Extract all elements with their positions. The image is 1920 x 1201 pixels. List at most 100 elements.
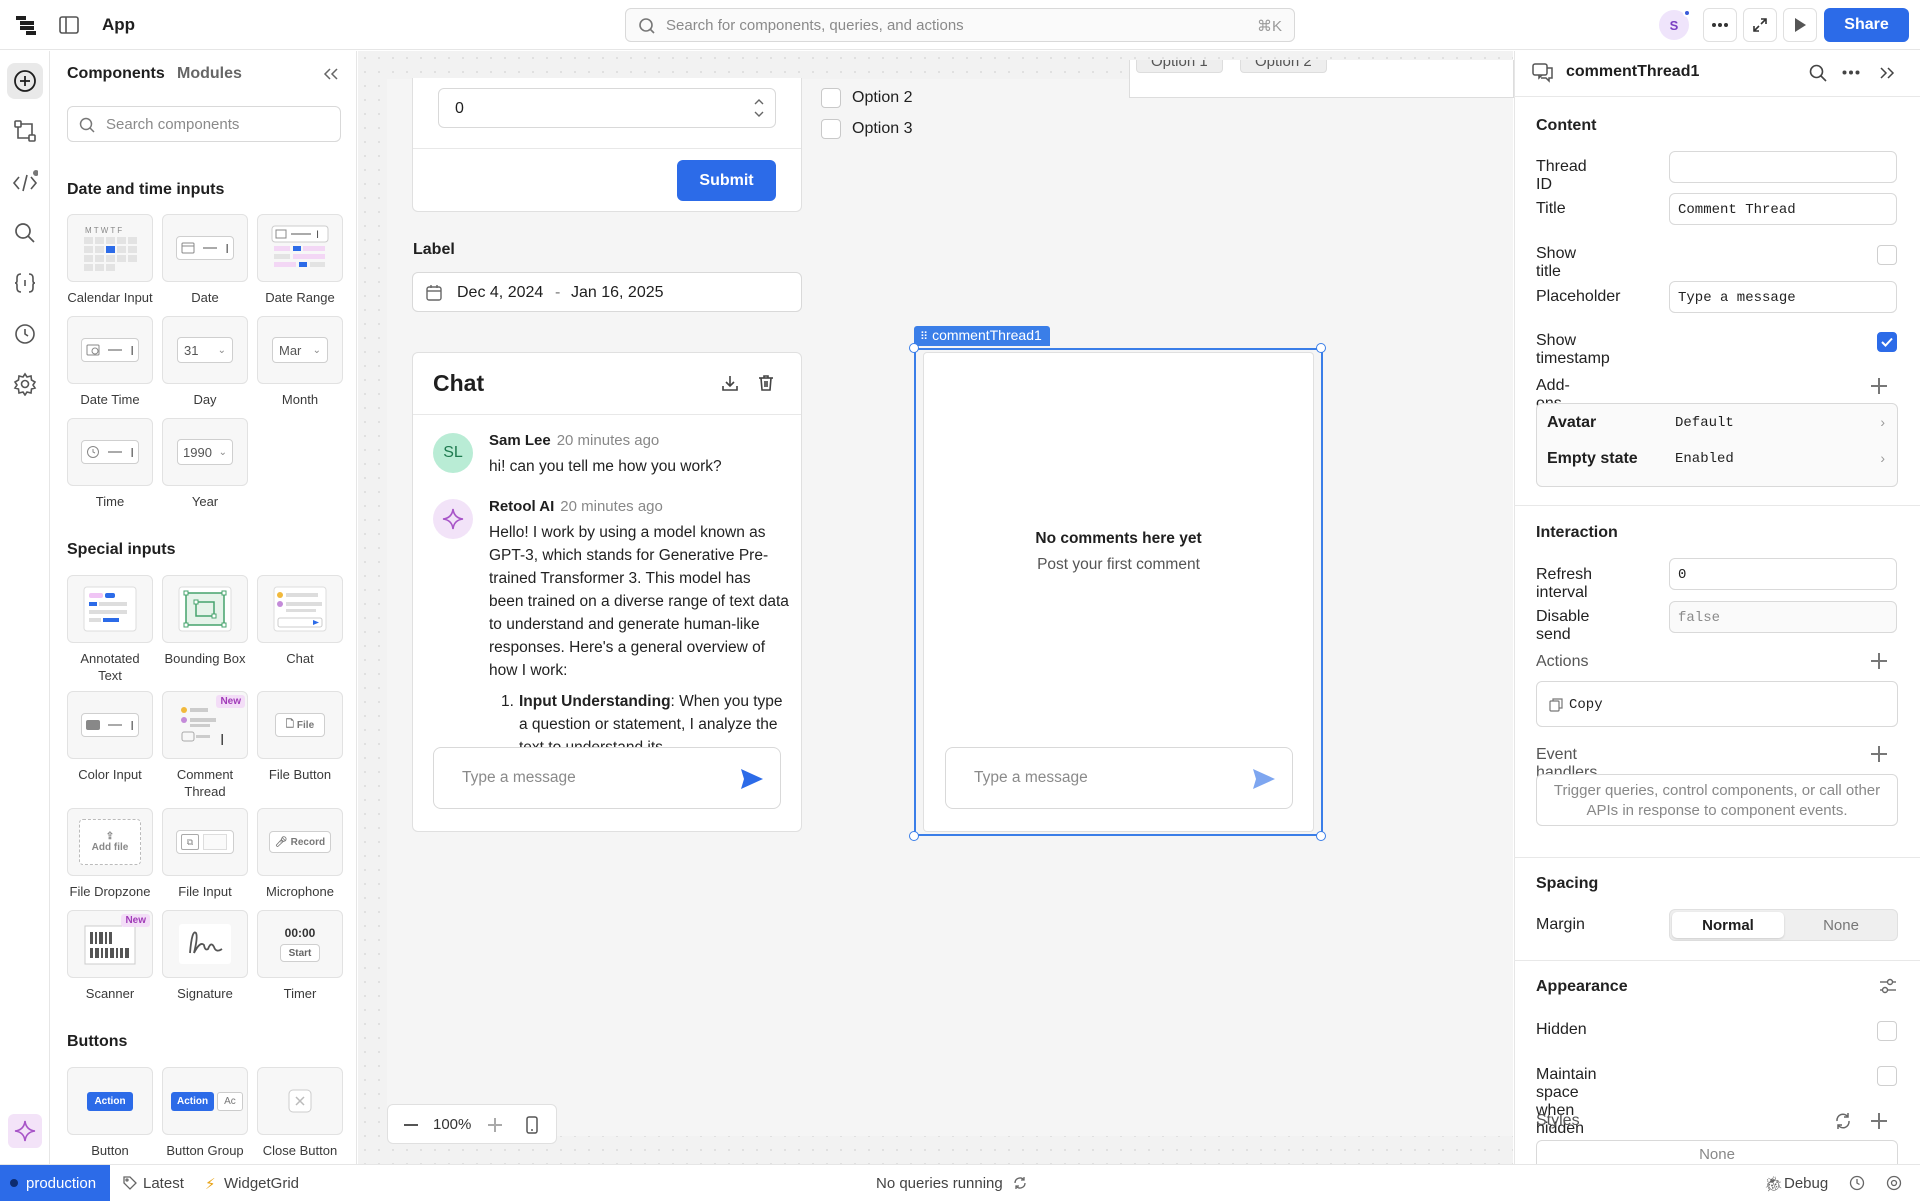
- selected-component-tag[interactable]: ⠿ commentThread1: [914, 326, 1050, 346]
- option-2-checkbox[interactable]: [821, 88, 841, 108]
- search-icon: [638, 17, 656, 35]
- code-icon[interactable]: [11, 168, 39, 196]
- component-signature[interactable]: Signature: [162, 910, 248, 1002]
- component-date-time[interactable]: I Date Time: [67, 316, 153, 408]
- workflow-icon[interactable]: [11, 117, 39, 145]
- component-button-group[interactable]: Action Ac Button Group: [162, 1067, 248, 1159]
- component-close-button[interactable]: Close Button: [257, 1067, 343, 1159]
- resize-handle-top-left[interactable]: [909, 343, 919, 353]
- toggle-sidebar-icon[interactable]: [58, 14, 80, 36]
- add-style-icon: [1871, 1113, 1887, 1129]
- component-file-button[interactable]: 🗋 File File Button: [257, 691, 343, 783]
- component-day[interactable]: 31 ⌄ Day: [162, 316, 248, 408]
- margin-option-normal[interactable]: Normal: [1672, 912, 1784, 938]
- placeholder-input[interactable]: Type a message: [1669, 281, 1897, 313]
- chat-message-input[interactable]: Type a message: [433, 747, 781, 809]
- version-label[interactable]: Latest: [143, 1175, 184, 1192]
- fullscreen-button[interactable]: [1743, 8, 1777, 42]
- component-date-range[interactable]: I Date Range: [257, 214, 343, 306]
- component-bounding-box[interactable]: Bounding Box: [162, 575, 248, 667]
- resize-handle-bottom-left[interactable]: [909, 831, 919, 841]
- show-timestamp-checkbox[interactable]: [1877, 332, 1897, 352]
- settings-icon[interactable]: [11, 370, 39, 398]
- date-range-input[interactable]: Dec 4, 2024 - Jan 16, 2025: [412, 272, 802, 312]
- section-interaction-title[interactable]: Interaction: [1536, 524, 1618, 542]
- close-button-thumbnail: [257, 1067, 343, 1135]
- component-timer[interactable]: 00:00 Start Timer: [257, 910, 343, 1002]
- submit-button[interactable]: Submit: [677, 160, 776, 201]
- date-start[interactable]: Dec 4, 2024: [457, 284, 543, 302]
- date-end[interactable]: Jan 16, 2025: [571, 284, 664, 302]
- comment-input-placeholder: Type a message: [974, 769, 1088, 786]
- resize-handle-bottom-right[interactable]: [1316, 831, 1326, 841]
- inspector-component-name[interactable]: commentThread1: [1566, 63, 1699, 81]
- search-icon[interactable]: [11, 219, 39, 247]
- thread-id-input[interactable]: [1669, 151, 1897, 183]
- user-avatar[interactable]: S: [1659, 9, 1691, 40]
- component-time[interactable]: I Time: [67, 418, 153, 510]
- number-input[interactable]: 0: [438, 88, 776, 128]
- debug-button[interactable]: Debug: [1784, 1175, 1828, 1192]
- component-date[interactable]: I Date: [162, 214, 248, 306]
- title-input[interactable]: Comment Thread: [1669, 193, 1897, 225]
- styles-value[interactable]: None: [1536, 1140, 1898, 1164]
- environment-selector[interactable]: production: [0, 1165, 110, 1201]
- addon-empty-state[interactable]: Empty state Enabled ›: [1547, 441, 1887, 475]
- component-microphone[interactable]: 🎤︎ Record Microphone: [257, 808, 343, 900]
- tab-modules[interactable]: Modules: [177, 65, 242, 83]
- section-appearance-title[interactable]: Appearance: [1536, 978, 1628, 996]
- multiselect-input[interactable]: Option 1 Option 2: [1129, 60, 1514, 98]
- app-title[interactable]: App: [102, 15, 135, 35]
- option-3-checkbox[interactable]: [821, 119, 841, 139]
- tag-option-2[interactable]: Option 2: [1240, 60, 1327, 73]
- event-handlers-empty[interactable]: Trigger queries, control components, or …: [1536, 774, 1898, 826]
- drag-handle-icon[interactable]: ⠿: [920, 331, 928, 343]
- global-search[interactable]: Search for components, queries, and acti…: [625, 8, 1295, 42]
- retool-logo-icon[interactable]: [14, 13, 38, 37]
- section-spacing-title[interactable]: Spacing: [1536, 875, 1598, 893]
- hidden-checkbox[interactable]: [1877, 1021, 1897, 1041]
- share-button[interactable]: Share: [1824, 8, 1909, 42]
- tab-components[interactable]: Components: [67, 65, 165, 83]
- zoom-level[interactable]: 100%: [433, 1116, 471, 1133]
- action-item-copy[interactable]: Copy: [1536, 681, 1898, 727]
- component-search-input[interactable]: Search components: [67, 106, 341, 142]
- margin-option-none[interactable]: None: [1786, 912, 1896, 938]
- component-button[interactable]: Action Button: [67, 1067, 153, 1159]
- section-content-title[interactable]: Content: [1536, 117, 1596, 135]
- tag-option-1[interactable]: Option 1: [1136, 60, 1223, 73]
- add-components-icon[interactable]: [7, 63, 43, 99]
- add-action-icon: [1871, 653, 1887, 669]
- component-comment-thread[interactable]: I New Comment Thread: [162, 691, 248, 800]
- widget-grid-label[interactable]: WidgetGrid: [224, 1175, 299, 1192]
- avatar: SL: [433, 433, 473, 473]
- component-calendar-input[interactable]: M T W T F Calendar Input: [67, 214, 153, 306]
- disable-send-input[interactable]: false: [1669, 601, 1897, 633]
- list-item: 1. Input Understanding: When you type a q…: [489, 690, 789, 751]
- message-header: Sam Lee 20 minutes ago: [489, 432, 659, 450]
- component-month[interactable]: Mar ⌄ Month: [257, 316, 343, 408]
- component-label: Date: [191, 290, 219, 305]
- component-color-input[interactable]: I Color Input: [67, 691, 153, 783]
- comment-thread-component[interactable]: No comments here yet Post your first com…: [914, 348, 1323, 836]
- action-text: Action: [171, 1091, 215, 1111]
- ai-assist-icon[interactable]: [8, 1114, 42, 1148]
- collapse-panel-icon[interactable]: [323, 67, 339, 81]
- component-scanner[interactable]: New Scanner: [67, 910, 153, 1002]
- components-panel: Components Modules Search components Dat…: [51, 51, 357, 1164]
- comment-input[interactable]: Type a message: [945, 747, 1293, 809]
- component-year[interactable]: 1990 ⌄ Year: [162, 418, 248, 510]
- history-icon[interactable]: [11, 320, 39, 348]
- refresh-interval-input[interactable]: 0: [1669, 558, 1897, 590]
- more-options-button[interactable]: [1703, 8, 1737, 42]
- component-file-dropzone[interactable]: ⇪ Add file File Dropzone: [67, 808, 153, 900]
- addon-avatar[interactable]: Avatar Default ›: [1547, 405, 1887, 439]
- component-annotated-text[interactable]: Annotated Text: [67, 575, 153, 684]
- maintain-space-checkbox[interactable]: [1877, 1066, 1897, 1086]
- component-chat[interactable]: Chat: [257, 575, 343, 667]
- state-icon[interactable]: [11, 269, 39, 297]
- resize-handle-top-right[interactable]: [1316, 343, 1326, 353]
- show-title-checkbox[interactable]: [1877, 245, 1897, 265]
- component-file-input[interactable]: ⧉ File Input: [162, 808, 248, 900]
- preview-button[interactable]: [1783, 8, 1817, 42]
